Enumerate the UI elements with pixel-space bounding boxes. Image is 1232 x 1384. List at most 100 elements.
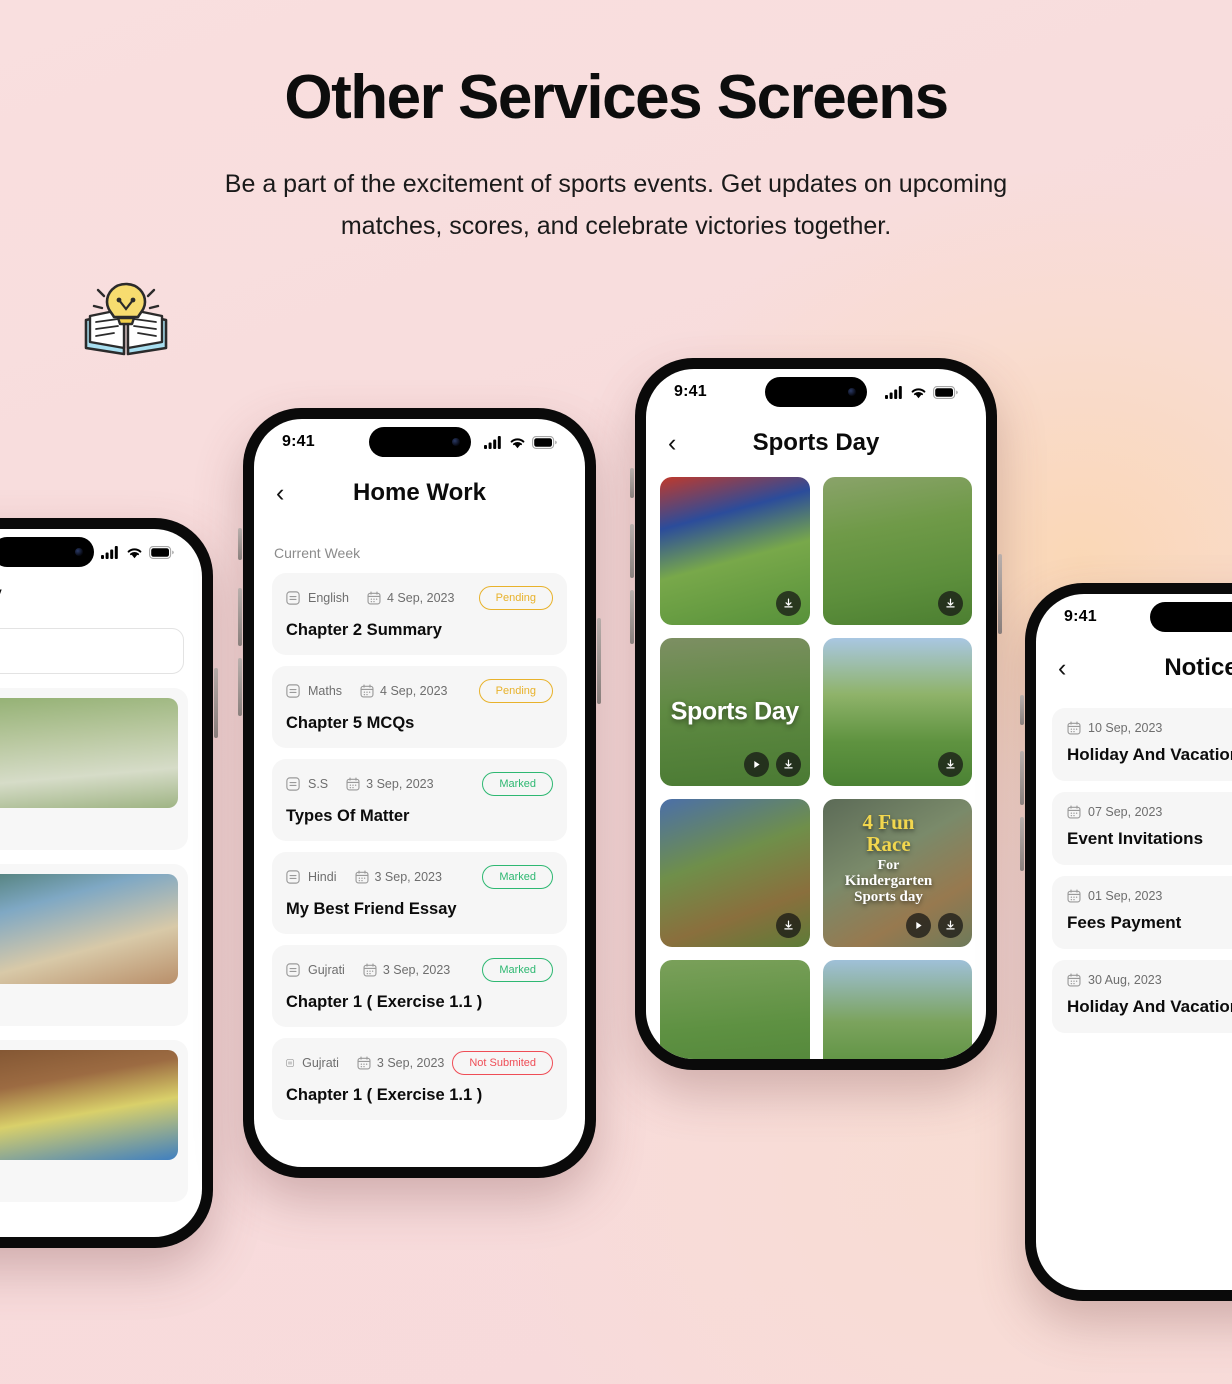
homework-list: Current Week English 4 Sep, 2023 Pending… (254, 521, 585, 1120)
notice-date: 10 Sep, 2023 (1088, 721, 1163, 735)
play-icon[interactable] (906, 913, 931, 938)
notice-row[interactable]: 07 Sep, 2023 Event Invitations (1052, 792, 1232, 865)
subject-label: English (308, 591, 349, 605)
status-badge: Marked (482, 772, 553, 796)
calendar-icon (357, 1056, 371, 1070)
homework-title: Chapter 5 MCQs (286, 714, 415, 732)
calendar-icon (367, 591, 381, 605)
download-icon[interactable] (938, 913, 963, 938)
mute-switch[interactable] (1020, 695, 1024, 725)
volume-down-button[interactable] (238, 658, 242, 716)
gallery-tile[interactable] (660, 799, 810, 947)
play-icon[interactable] (743, 752, 769, 777)
page-heading: Sports Day (752, 429, 880, 456)
dynamic-island (1150, 602, 1232, 632)
card-image-soccer (0, 698, 178, 808)
gallery-tile[interactable] (822, 960, 972, 1059)
due-date: 3 Sep, 2023 (374, 870, 442, 884)
document-icon (286, 684, 300, 698)
search-input[interactable] (0, 628, 184, 674)
status-bar: 9:41 (254, 419, 585, 465)
mute-switch[interactable] (630, 468, 634, 498)
navigation-bar: ‹ Notice (1036, 640, 1232, 696)
gallery-tile[interactable] (822, 477, 972, 625)
tile-image-boy-running (822, 960, 972, 1059)
subject-label: Hindi (308, 870, 337, 884)
wifi-icon (911, 387, 926, 398)
gallery-tile[interactable] (822, 638, 972, 786)
notice-board-screen: 9:41 ‹ Notice 10 Sep, 2023 Holiday And V… (1036, 594, 1232, 1290)
wifi-icon (127, 547, 142, 558)
dynamic-island (368, 427, 471, 457)
download-icon[interactable] (938, 591, 963, 616)
status-time: 9:41 (674, 383, 707, 400)
community-card[interactable]: d Videos (0, 1040, 188, 1202)
community-screen: 9:41 mmunity (0, 529, 202, 1237)
chevron-left-icon[interactable]: ‹ (668, 430, 694, 456)
homework-row[interactable]: S.S 3 Sep, 2023 Marked Types Of Matter (272, 759, 567, 841)
chevron-left-icon[interactable]: ‹ (1058, 655, 1084, 681)
notice-title: Holiday And Vacation N (1067, 997, 1232, 1016)
document-icon (286, 591, 300, 605)
subject-label: Gujrati (308, 963, 345, 977)
volume-up-button[interactable] (1020, 751, 1024, 805)
card-caption: d Videos (0, 1172, 178, 1188)
homework-row[interactable]: Maths 4 Sep, 2023 Pending Chapter 5 MCQs (272, 666, 567, 748)
calendar-icon (354, 870, 369, 884)
download-icon[interactable] (775, 752, 801, 777)
front-camera-icon (848, 388, 856, 396)
poster-line5: Sports day (854, 888, 923, 905)
chevron-left-icon[interactable]: ‹ (276, 480, 302, 506)
dynamic-island (765, 377, 867, 407)
battery-icon (532, 435, 557, 449)
gallery-tile[interactable] (660, 960, 810, 1059)
notice-row[interactable]: 30 Aug, 2023 Holiday And Vacation N (1052, 960, 1232, 1033)
download-icon[interactable] (775, 591, 801, 616)
notice-row[interactable]: 01 Sep, 2023 Fees Payment (1052, 876, 1232, 949)
notice-row[interactable]: 10 Sep, 2023 Holiday And Vacation (1052, 708, 1232, 781)
gallery-tile-video[interactable]: Sports Day (660, 638, 810, 786)
volume-up-button[interactable] (630, 524, 634, 578)
card-image-classroom (0, 874, 178, 984)
card-caption: nd Videos (0, 996, 178, 1012)
notice-title: Holiday And Vacation (1067, 745, 1232, 764)
homework-title: Types Of Matter (286, 807, 410, 825)
homework-row[interactable]: Hindi 3 Sep, 2023 Marked My Best Friend … (272, 852, 567, 934)
power-button[interactable] (597, 618, 601, 704)
front-camera-icon (451, 438, 460, 446)
poster-line2: Race (866, 832, 911, 857)
power-button[interactable] (998, 554, 1002, 634)
download-icon[interactable] (775, 913, 801, 938)
due-date: 3 Sep, 2023 (382, 963, 451, 977)
homework-row[interactable]: Gujrati 3 Sep, 2023 Not Submited Chapter… (272, 1038, 567, 1120)
dynamic-island (0, 537, 94, 567)
battery-icon (149, 545, 174, 559)
homework-row[interactable]: Gujrati 3 Sep, 2023 Marked Chapter 1 ( E… (272, 945, 567, 1027)
homework-title: My Best Friend Essay (286, 900, 457, 918)
document-icon (286, 963, 300, 977)
poster-text: 4 Fun Race For Kindergarten Sports day (829, 811, 949, 905)
document-icon (286, 1059, 294, 1067)
notice-date: 07 Sep, 2023 (1088, 805, 1163, 819)
power-button[interactable] (214, 668, 218, 738)
community-title: mmunity (0, 575, 202, 608)
community-card[interactable]: nd Videos (0, 688, 188, 850)
notice-date: 01 Sep, 2023 (1088, 889, 1163, 903)
navigation-bar: ‹ Sports Day (646, 415, 986, 471)
status-badge: Pending (478, 586, 553, 610)
volume-up-button[interactable] (238, 588, 242, 646)
gallery-tile-video[interactable]: 4 Fun Race For Kindergarten Sports day (822, 799, 972, 947)
gallery-tile[interactable] (660, 477, 810, 625)
subject-label: Maths (308, 684, 343, 698)
volume-down-button[interactable] (630, 590, 634, 644)
signal-bars-icon (885, 385, 902, 399)
document-icon (286, 777, 300, 791)
community-card[interactable]: nd Videos (0, 864, 188, 1026)
homework-row[interactable]: English 4 Sep, 2023 Pending Chapter 2 Su… (272, 573, 567, 655)
volume-down-button[interactable] (1020, 817, 1024, 871)
download-icon[interactable] (938, 752, 963, 777)
calendar-icon (360, 684, 374, 698)
notice-title: Event Invitations (1067, 829, 1204, 848)
signal-bars-icon (101, 545, 118, 559)
mute-switch[interactable] (238, 528, 242, 560)
